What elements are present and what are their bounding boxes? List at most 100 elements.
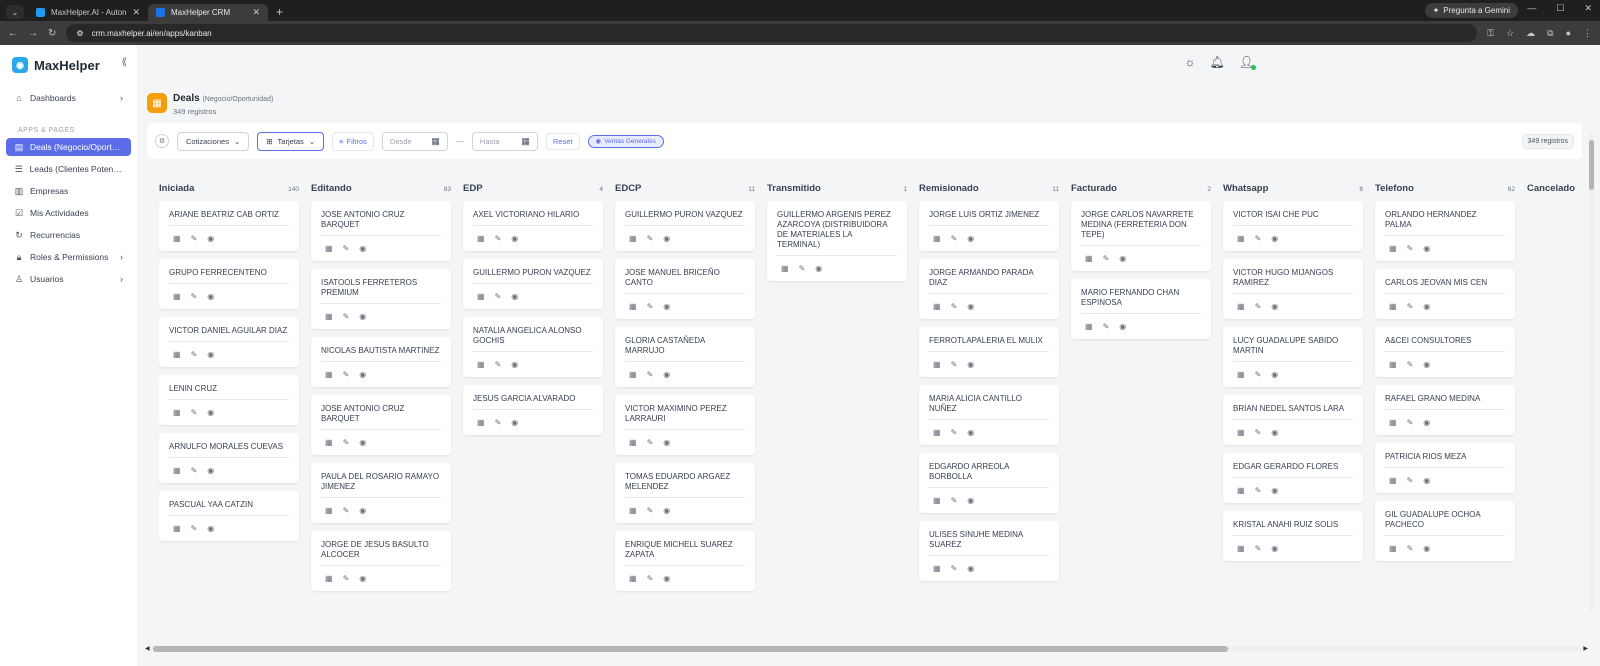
browser-tab-crm[interactable]: MaxHelper CRM ✕ [148, 4, 268, 21]
note-icon[interactable]: ✎ [951, 496, 958, 505]
back-icon[interactable]: ← [8, 28, 18, 39]
minimize-icon[interactable]: — [1527, 3, 1536, 14]
scrollbar-thumb[interactable] [1589, 140, 1594, 190]
note-icon[interactable]: ✎ [191, 350, 198, 359]
deal-card[interactable]: BRIAN NEDEL SANTOS LARA ▦ ✎ ◉ [1223, 395, 1363, 445]
settings-circle-icon[interactable]: ⚙ [155, 134, 169, 148]
deal-card[interactable]: NATALIA ANGELICA ALONSO GOCHIS ▦ ✎ ◉ [463, 317, 603, 377]
calendar-icon[interactable]: ▦ [477, 418, 485, 427]
calendar-icon[interactable]: ▦ [629, 234, 637, 243]
gemini-button[interactable]: ✦ Pregunta a Gemini [1424, 3, 1518, 18]
note-icon[interactable]: ✎ [495, 360, 502, 369]
vertical-scrollbar[interactable] [1589, 132, 1594, 612]
deal-card[interactable]: NICOLAS BAUTISTA MARTINEZ ▦ ✎ ◉ [311, 337, 451, 387]
calendar-icon[interactable]: ▦ [1237, 544, 1245, 553]
calendar-icon[interactable]: ▦ [521, 136, 530, 147]
tab-search-dropdown[interactable]: ⌄ [6, 5, 24, 19]
deal-card[interactable]: VICTOR ISAI CHE PUC ▦ ✎ ◉ [1223, 201, 1363, 251]
calendar-icon[interactable]: ▦ [781, 264, 789, 273]
sales-pipeline-chip[interactable]: ◉ Ventas Generales [587, 134, 664, 148]
calendar-icon[interactable]: ▦ [933, 234, 941, 243]
deal-card[interactable]: JORGE ARMANDO PARADA DIAZ ▦ ✎ ◉ [919, 259, 1059, 319]
eye-icon[interactable]: ◉ [663, 302, 670, 311]
deal-card[interactable]: GUILLERMO PURON VAZQUEZ ▦ ✎ ◉ [615, 201, 755, 251]
note-icon[interactable]: ✎ [343, 370, 350, 379]
note-icon[interactable]: ✎ [343, 244, 350, 253]
forward-icon[interactable]: → [28, 28, 38, 39]
note-icon[interactable]: ✎ [1103, 322, 1110, 331]
eye-icon[interactable]: ◉ [815, 264, 822, 273]
eye-icon[interactable]: ◉ [359, 370, 366, 379]
note-icon[interactable]: ✎ [647, 506, 654, 515]
note-icon[interactable]: ✎ [1255, 544, 1262, 553]
eye-icon[interactable]: ◉ [663, 506, 670, 515]
calendar-icon[interactable]: ▦ [629, 370, 637, 379]
calendar-icon[interactable]: ▦ [325, 506, 333, 515]
deal-card[interactable]: MARIO FERNANDO CHAN ESPINOSA ▦ ✎ ◉ [1071, 279, 1211, 339]
note-icon[interactable]: ✎ [191, 524, 198, 533]
sidebar-item-usuarios[interactable]: ♙ Usuarios › [6, 270, 131, 288]
scroll-left-icon[interactable]: ◀ [145, 645, 150, 652]
scroll-right-icon[interactable]: ▶ [1583, 645, 1588, 652]
eye-icon[interactable]: ◉ [1271, 486, 1278, 495]
eye-icon[interactable]: ◉ [1423, 476, 1430, 485]
note-icon[interactable]: ✎ [1407, 244, 1414, 253]
note-icon[interactable]: ✎ [1407, 302, 1414, 311]
note-icon[interactable]: ✎ [647, 234, 654, 243]
eye-icon[interactable]: ◉ [207, 408, 214, 417]
note-icon[interactable]: ✎ [1255, 370, 1262, 379]
reload-icon[interactable]: ↻ [48, 28, 56, 39]
date-to-field[interactable]: Hasta ▦ [471, 131, 538, 151]
calendar-icon[interactable]: ▦ [173, 524, 181, 533]
deal-card[interactable]: ORLANDO HERNANDEZ PALMA ▦ ✎ ◉ [1375, 201, 1515, 261]
filters-button[interactable]: ≡ Filtros [332, 131, 374, 151]
calendar-icon[interactable]: ▦ [173, 350, 181, 359]
eye-icon[interactable]: ◉ [511, 360, 518, 369]
calendar-icon[interactable]: ▦ [1237, 428, 1245, 437]
eye-icon[interactable]: ◉ [207, 292, 214, 301]
eye-icon[interactable]: ◉ [1271, 302, 1278, 311]
new-tab-button[interactable]: + [276, 5, 283, 19]
password-key-icon[interactable]: ⚿ [1487, 28, 1494, 39]
eye-icon[interactable]: ◉ [207, 350, 214, 359]
calendar-icon[interactable]: ▦ [1389, 302, 1397, 311]
user-avatar-icon[interactable]: 👤︎ [1239, 55, 1257, 70]
calendar-icon[interactable]: ▦ [1389, 360, 1397, 369]
calendar-icon[interactable]: ▦ [325, 312, 333, 321]
eye-icon[interactable]: ◉ [967, 360, 974, 369]
eye-icon[interactable]: ◉ [967, 496, 974, 505]
eye-icon[interactable]: ◉ [1271, 428, 1278, 437]
notifications-bell-icon[interactable]: 🔔︎ [1210, 55, 1225, 69]
eye-icon[interactable]: ◉ [663, 438, 670, 447]
note-icon[interactable]: ✎ [343, 438, 350, 447]
deal-card[interactable]: VICTOR DANIEL AGUILAR DIAZ ▦ ✎ ◉ [159, 317, 299, 367]
calendar-icon[interactable]: ▦ [629, 506, 637, 515]
eye-icon[interactable]: ◉ [967, 428, 974, 437]
eye-icon[interactable]: ◉ [967, 302, 974, 311]
note-icon[interactable]: ✎ [951, 302, 958, 311]
eye-icon[interactable]: ◉ [511, 292, 518, 301]
bookmark-star-icon[interactable]: ☆ [1506, 28, 1514, 39]
deal-card[interactable]: FERROTLAPALERIA EL MULIX ▦ ✎ ◉ [919, 327, 1059, 377]
calendar-icon[interactable]: ▦ [173, 408, 181, 417]
note-icon[interactable]: ✎ [191, 408, 198, 417]
sidebar-item-empresas[interactable]: ▥ Empresas [6, 182, 131, 200]
deal-card[interactable]: JOSE MANUEL BRICEÑO CANTO ▦ ✎ ◉ [615, 259, 755, 319]
note-icon[interactable]: ✎ [647, 302, 654, 311]
deal-card[interactable]: CARLOS JEOVAN MIS CEN ▦ ✎ ◉ [1375, 269, 1515, 319]
horizontal-scrollbar[interactable]: ◀ ▶ [145, 646, 1588, 652]
calendar-icon[interactable]: ▦ [1237, 302, 1245, 311]
sidebar-item-roles-permissions[interactable]: 🔒︎ Roles & Permissions › [6, 248, 131, 266]
close-window-icon[interactable]: ✕ [1584, 3, 1592, 14]
calendar-icon[interactable]: ▦ [325, 574, 333, 583]
calendar-icon[interactable]: ▦ [933, 428, 941, 437]
eye-icon[interactable]: ◉ [359, 312, 366, 321]
eye-icon[interactable]: ◉ [1423, 360, 1430, 369]
calendar-icon[interactable]: ▦ [629, 438, 637, 447]
eye-icon[interactable]: ◉ [207, 466, 214, 475]
deal-card[interactable]: GLORIA CASTAÑEDA MARRUJO ▦ ✎ ◉ [615, 327, 755, 387]
deal-card[interactable]: JORGE CARLOS NAVARRETE MEDINA (FERRETERI… [1071, 201, 1211, 271]
deal-card[interactable]: EDGAR GERARDO FLORES ▦ ✎ ◉ [1223, 453, 1363, 503]
eye-icon[interactable]: ◉ [1119, 254, 1126, 263]
eye-icon[interactable]: ◉ [1271, 370, 1278, 379]
